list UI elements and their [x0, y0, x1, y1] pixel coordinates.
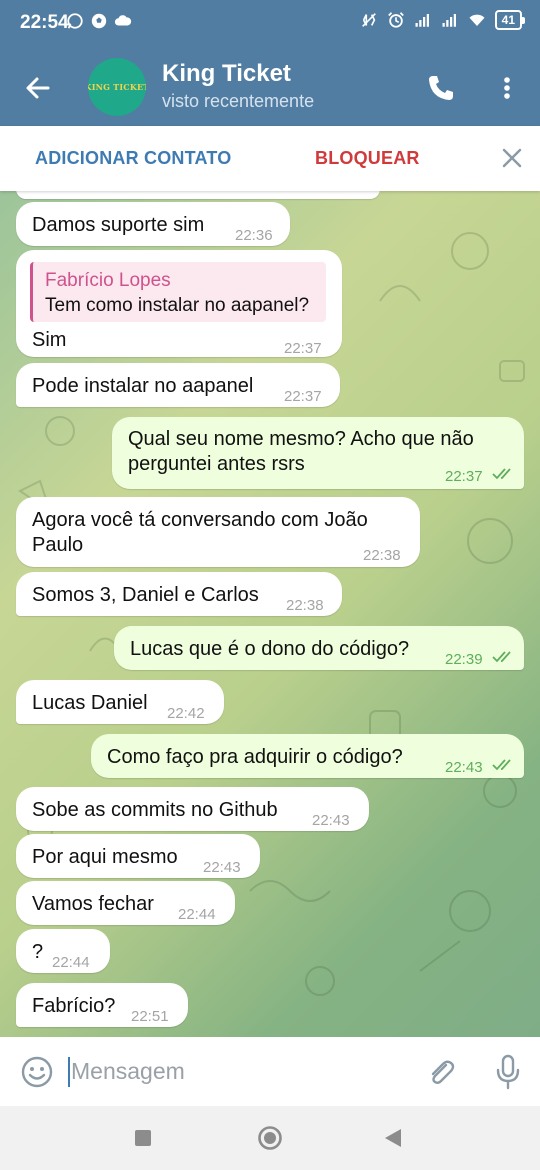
- chat-header: 22:54 41 KING TICKET King Ticket visto r…: [0, 0, 540, 126]
- avatar[interactable]: KING TICKET: [88, 58, 146, 116]
- message-in[interactable]: Lucas Daniel 22:42: [16, 680, 224, 724]
- notification-icons: [66, 12, 132, 30]
- vibrate-off-icon: [361, 13, 376, 27]
- reply-text: Tem como instalar no aapanel?: [45, 295, 310, 316]
- message-out[interactable]: Como faço pra adquirir o código? 22:43: [91, 734, 524, 778]
- message-text: Lucas Daniel: [32, 692, 148, 714]
- phone-icon[interactable]: [425, 72, 457, 104]
- message-in[interactable]: Somos 3, Daniel e Carlos 22:38: [16, 572, 342, 616]
- message-time: 22:51: [131, 1008, 169, 1025]
- mic-icon[interactable]: [494, 1054, 522, 1090]
- message-time: 22:44: [178, 906, 216, 923]
- signal-icon-2: [442, 14, 456, 27]
- contact-action-bar: ADICIONAR CONTATO BLOQUEAR: [0, 126, 540, 191]
- more-vert-icon[interactable]: [495, 72, 519, 104]
- status-bar: 22:54 41: [0, 0, 540, 46]
- message-text: Fabrício?: [32, 995, 116, 1017]
- message-time: 22:44: [52, 954, 90, 971]
- alarm-icon: [387, 12, 404, 28]
- message-time: 22:43: [312, 812, 350, 829]
- message-in[interactable]: Por aqui mesmo 22:43: [16, 834, 260, 878]
- message-time: 22:37: [445, 468, 483, 485]
- message-text: Damos suporte sim: [32, 214, 205, 236]
- recent-apps-button[interactable]: [135, 1130, 151, 1146]
- chat-history[interactable]: Damos suporte sim 22:36 Fabrício Lopes T…: [0, 191, 540, 1037]
- message-text: Sim: [32, 329, 67, 351]
- avatar-logo-text: KING TICKET: [88, 82, 146, 92]
- message-in[interactable]: Damos suporte sim 22:36: [16, 202, 290, 246]
- double-check-icon: [492, 759, 511, 771]
- soccer-ball-icon: [91, 13, 107, 29]
- message-bubble-partial[interactable]: [16, 191, 380, 199]
- message-out[interactable]: Qual seu nome mesmo? Acho que não pergun…: [112, 417, 524, 489]
- reply-quote[interactable]: Fabrício Lopes Tem como instalar no aapa…: [30, 262, 326, 322]
- cloud-icon: [114, 15, 132, 26]
- message-text-line2: perguntei antes rsrs: [128, 453, 305, 475]
- message-in[interactable]: Sobe as commits no Github 22:43: [16, 787, 369, 831]
- message-text: Sobe as commits no Github: [32, 799, 278, 821]
- message-time: 22:43: [203, 859, 241, 876]
- text-cursor: [68, 1057, 70, 1087]
- message-out[interactable]: Lucas que é o dono do código? 22:39: [114, 626, 524, 670]
- close-icon[interactable]: [500, 146, 524, 170]
- signal-icon: [415, 14, 429, 27]
- message-text: ?: [32, 941, 44, 963]
- nav-back-icon[interactable]: [384, 1128, 402, 1148]
- add-contact-button[interactable]: ADICIONAR CONTATO: [35, 148, 231, 169]
- system-navigation-bar: [0, 1106, 540, 1170]
- message-text-line1: Qual seu nome mesmo? Acho que não: [128, 428, 474, 450]
- block-button[interactable]: BLOQUEAR: [315, 148, 420, 169]
- message-time: 22:38: [286, 597, 324, 614]
- home-button-icon[interactable]: [257, 1125, 283, 1151]
- last-seen-status: visto recentemente: [162, 91, 315, 111]
- attach-icon[interactable]: [424, 1056, 458, 1090]
- back-arrow-icon[interactable]: [22, 72, 54, 104]
- message-time: 22:43: [445, 759, 483, 776]
- message-text: Lucas que é o dono do código?: [130, 638, 410, 660]
- double-check-icon: [492, 468, 511, 480]
- message-text: Vamos fechar: [32, 893, 154, 915]
- message-text-line2: Paulo: [32, 534, 84, 556]
- message-time: 22:39: [445, 651, 483, 668]
- system-icons: 41: [360, 10, 526, 30]
- message-text: Pode instalar no aapanel: [32, 375, 254, 397]
- message-in[interactable]: Vamos fechar 22:44: [16, 881, 235, 925]
- double-check-icon: [492, 651, 511, 663]
- message-input[interactable]: Mensagem: [71, 1058, 185, 1085]
- chat-title[interactable]: King Ticket: [162, 60, 291, 88]
- message-time: 22:36: [235, 227, 273, 244]
- reply-author: Fabrício Lopes: [45, 270, 171, 291]
- message-time: 22:37: [284, 340, 322, 357]
- message-time: 22:42: [167, 705, 205, 722]
- message-in[interactable]: Pode instalar no aapanel 22:37: [16, 363, 340, 407]
- message-text: Somos 3, Daniel e Carlos: [32, 584, 259, 606]
- message-composer: Mensagem: [0, 1037, 540, 1106]
- battery-indicator: 41: [494, 10, 526, 30]
- message-time: 22:37: [284, 388, 322, 405]
- message-time: 22:38: [363, 547, 401, 564]
- message-in[interactable]: Fabrício? 22:51: [16, 983, 188, 1027]
- message-text: Por aqui mesmo: [32, 846, 178, 868]
- message-in[interactable]: ? 22:44: [16, 929, 110, 973]
- message-in-reply[interactable]: Fabrício Lopes Tem como instalar no aapa…: [16, 250, 342, 357]
- message-text: Como faço pra adquirir o código?: [107, 746, 403, 768]
- whatsapp-icon: [67, 13, 83, 29]
- status-time: 22:54: [20, 12, 69, 33]
- message-text-line1: Agora você tá conversando com João: [32, 509, 368, 531]
- wifi-icon: [469, 14, 485, 26]
- message-in[interactable]: Agora você tá conversando com João Paulo…: [16, 497, 420, 567]
- emoji-icon[interactable]: [20, 1055, 54, 1089]
